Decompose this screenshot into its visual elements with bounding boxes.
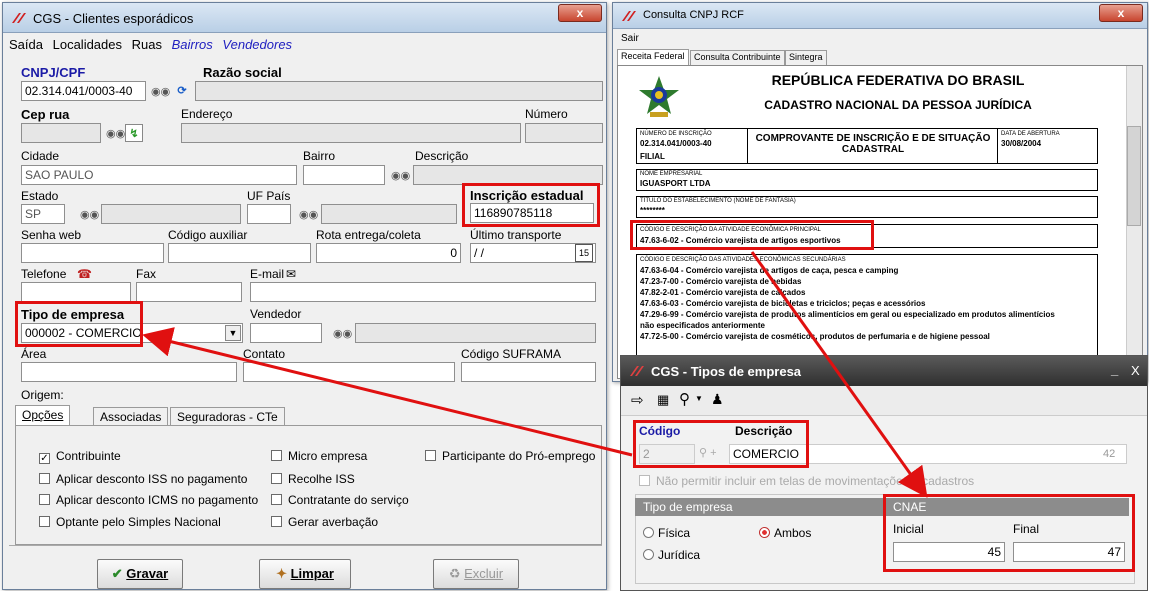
annotation-arrows [142, 251, 928, 498]
arrow-atividade-to-cnae [750, 251, 928, 498]
arrow-codigo-to-tipo [142, 327, 633, 457]
